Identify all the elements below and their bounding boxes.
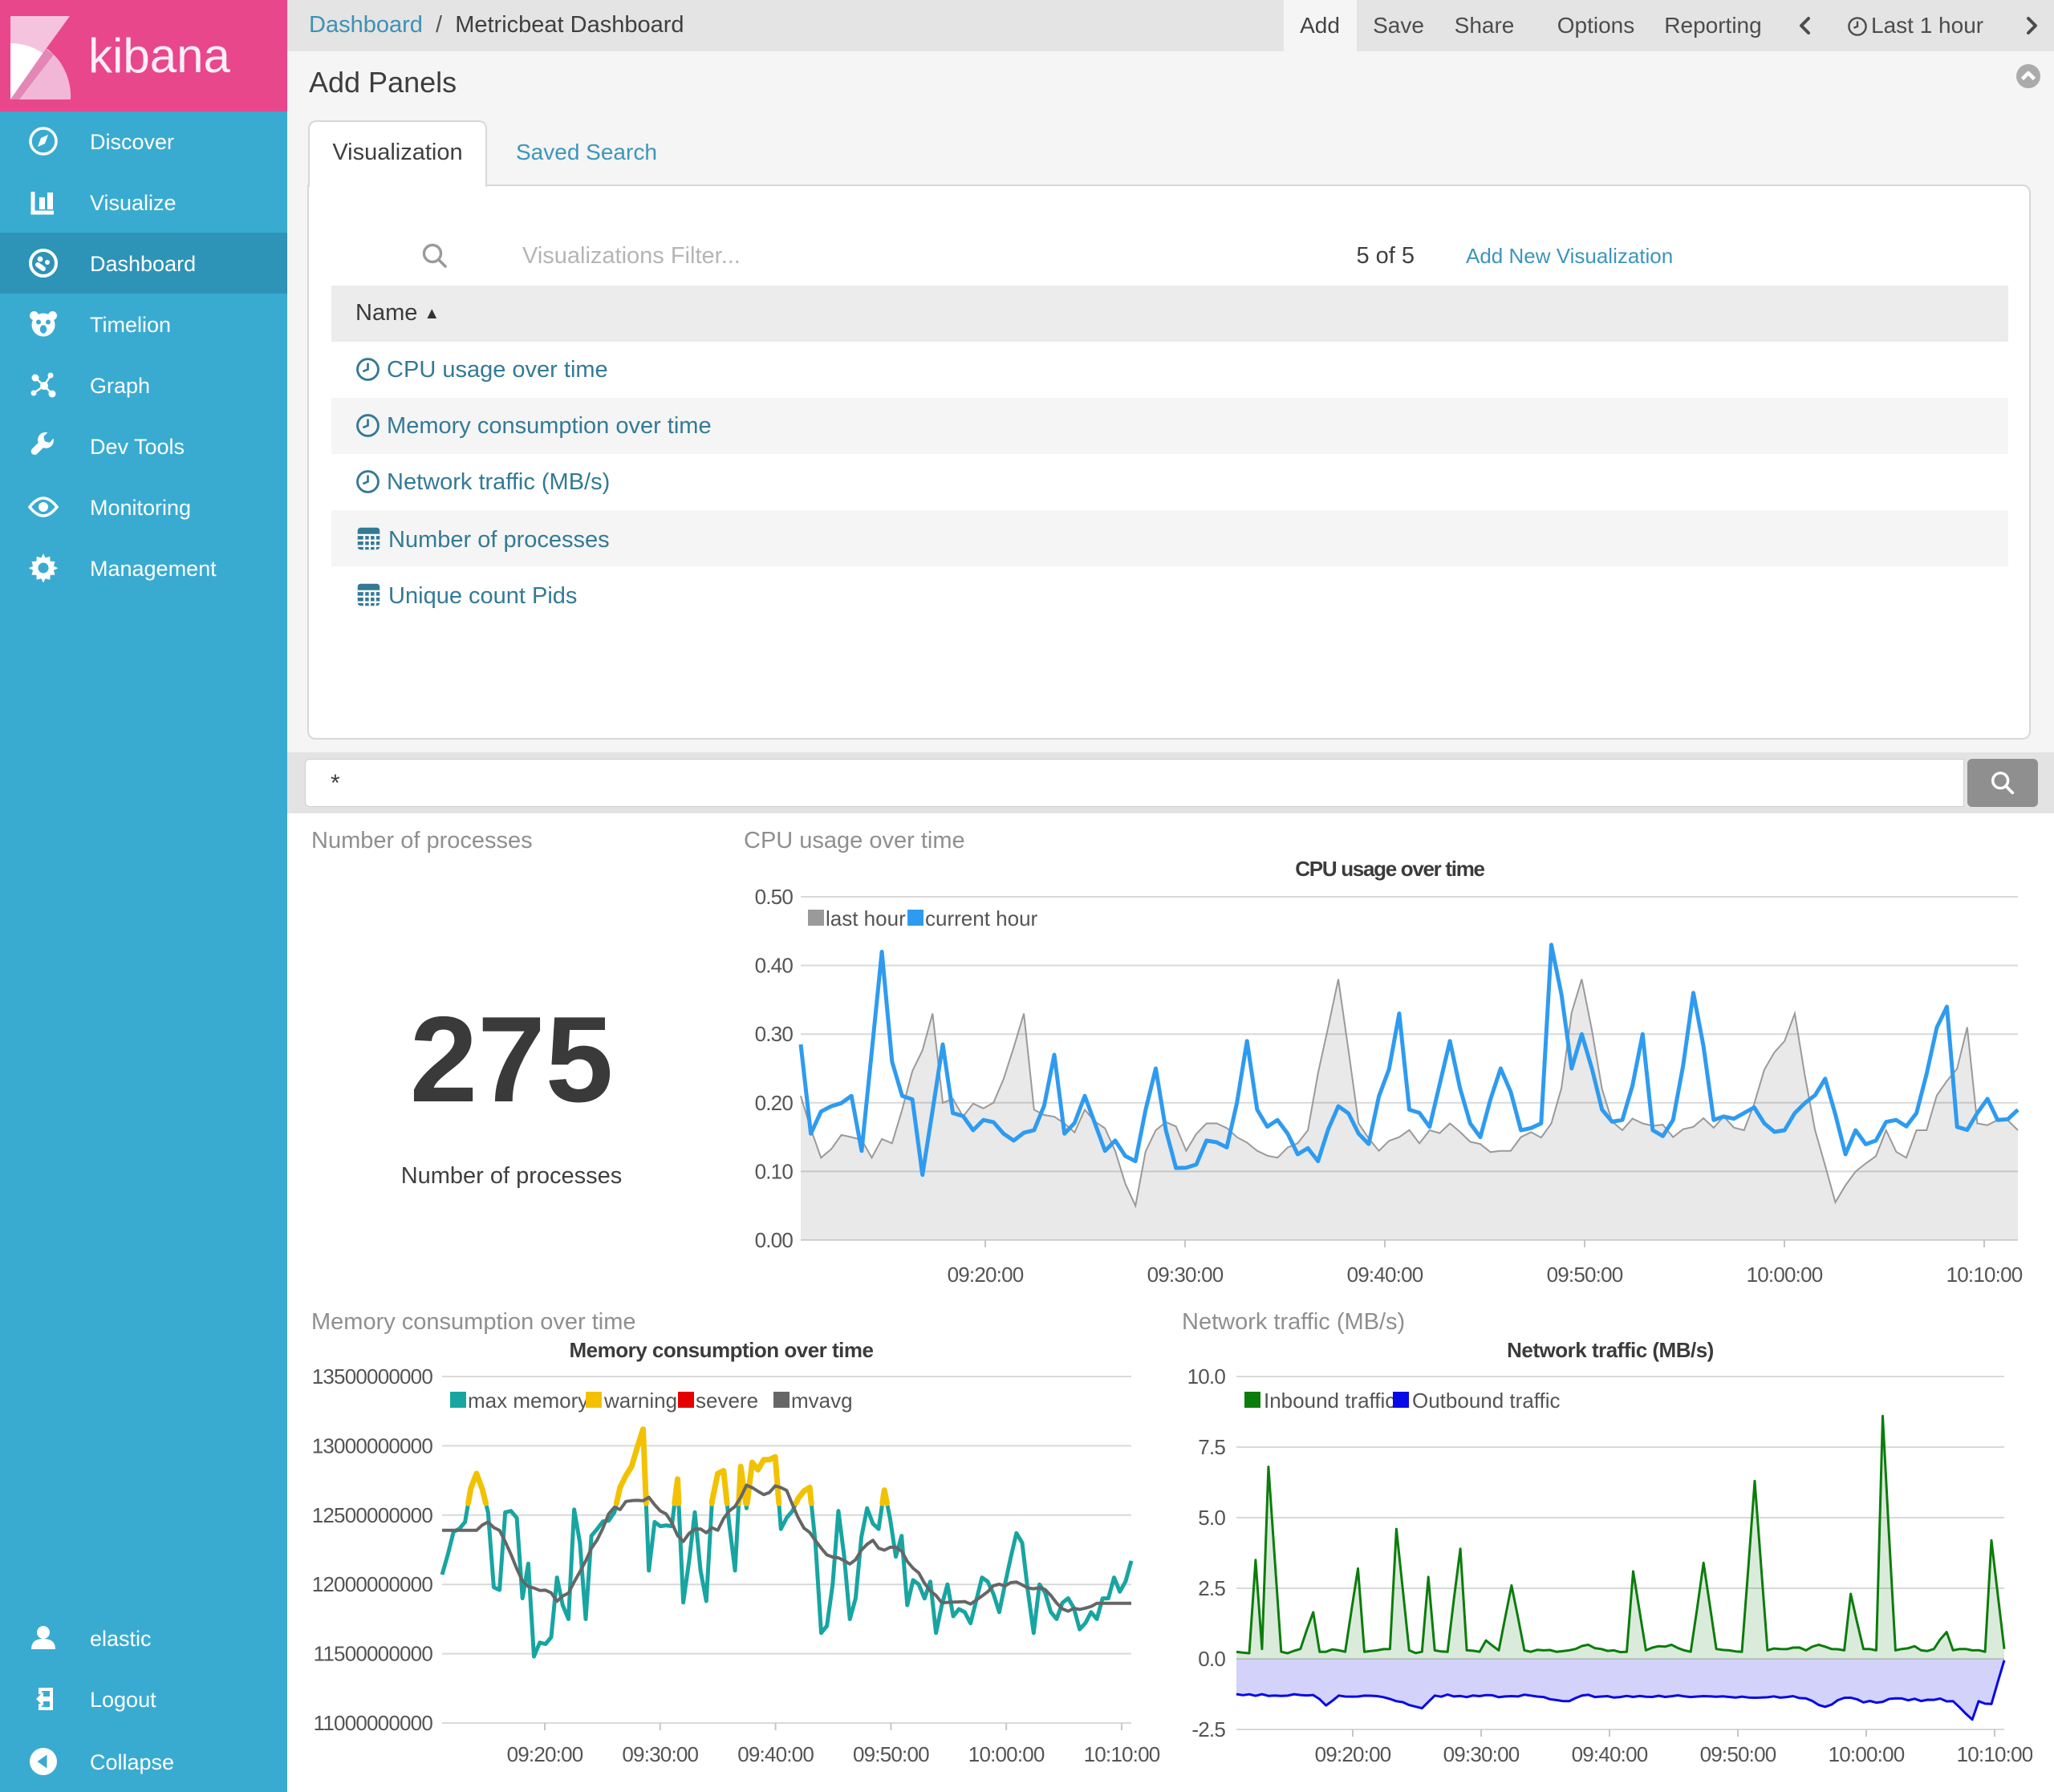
svg-text:10:10:00: 10:10:00 bbox=[1084, 1742, 1160, 1766]
svg-text:10:00:00: 10:00:00 bbox=[968, 1742, 1045, 1766]
svg-text:10:00:00: 10:00:00 bbox=[1747, 1263, 1823, 1287]
svg-text:CPU usage over time: CPU usage over time bbox=[1295, 857, 1484, 881]
svg-text:09:50:00: 09:50:00 bbox=[1547, 1263, 1623, 1287]
svg-text:2.5: 2.5 bbox=[1198, 1576, 1225, 1600]
svg-text:09:50:00: 09:50:00 bbox=[853, 1742, 929, 1766]
svg-text:09:40:00: 09:40:00 bbox=[737, 1742, 814, 1766]
svg-text:7.5: 7.5 bbox=[1198, 1435, 1225, 1459]
svg-text:0.00: 0.00 bbox=[755, 1228, 794, 1252]
svg-text:09:30:00: 09:30:00 bbox=[622, 1742, 698, 1766]
svg-text:09:40:00: 09:40:00 bbox=[1572, 1742, 1648, 1766]
svg-text:0.20: 0.20 bbox=[755, 1091, 794, 1115]
svg-text:09:20:00: 09:20:00 bbox=[1315, 1742, 1391, 1766]
svg-text:10:10:00: 10:10:00 bbox=[1957, 1742, 2032, 1766]
svg-text:0.10: 0.10 bbox=[755, 1159, 794, 1183]
svg-text:0.50: 0.50 bbox=[755, 885, 794, 909]
svg-text:severe: severe bbox=[696, 1389, 758, 1413]
svg-text:11000000000: 11000000000 bbox=[314, 1711, 433, 1735]
svg-text:0.40: 0.40 bbox=[755, 954, 794, 978]
svg-text:09:20:00: 09:20:00 bbox=[507, 1742, 583, 1766]
svg-text:Outbound traffic: Outbound traffic bbox=[1412, 1389, 1561, 1413]
svg-text:11500000000: 11500000000 bbox=[314, 1642, 433, 1666]
svg-text:0.30: 0.30 bbox=[755, 1022, 794, 1046]
svg-text:12000000000: 12000000000 bbox=[312, 1572, 433, 1596]
svg-text:09:30:00: 09:30:00 bbox=[1147, 1263, 1224, 1287]
svg-text:warning: warning bbox=[603, 1389, 677, 1413]
svg-text:10.0: 10.0 bbox=[1187, 1364, 1226, 1389]
svg-text:Inbound traffic: Inbound traffic bbox=[1264, 1389, 1395, 1413]
svg-text:current hour: current hour bbox=[925, 906, 1038, 930]
svg-text:Network traffic (MB/s): Network traffic (MB/s) bbox=[1507, 1338, 1714, 1362]
svg-text:-2.5: -2.5 bbox=[1191, 1717, 1225, 1741]
svg-text:5.0: 5.0 bbox=[1198, 1506, 1225, 1530]
svg-text:09:50:00: 09:50:00 bbox=[1700, 1742, 1776, 1766]
svg-text:Memory consumption over time: Memory consumption over time bbox=[570, 1338, 874, 1362]
svg-text:09:20:00: 09:20:00 bbox=[948, 1263, 1024, 1287]
svg-text:10:00:00: 10:00:00 bbox=[1829, 1742, 1905, 1766]
svg-text:mvavg: mvavg bbox=[791, 1389, 853, 1413]
svg-text:09:40:00: 09:40:00 bbox=[1347, 1263, 1423, 1287]
svg-text:12500000000: 12500000000 bbox=[312, 1503, 433, 1527]
svg-text:13000000000: 13000000000 bbox=[312, 1433, 433, 1458]
svg-text:10:10:00: 10:10:00 bbox=[1946, 1263, 2023, 1287]
svg-text:last hour: last hour bbox=[826, 906, 906, 930]
svg-text:13500000000: 13500000000 bbox=[312, 1364, 433, 1389]
svg-text:09:30:00: 09:30:00 bbox=[1443, 1742, 1520, 1766]
svg-text:0.0: 0.0 bbox=[1198, 1647, 1225, 1671]
svg-text:max memory: max memory bbox=[468, 1389, 588, 1413]
